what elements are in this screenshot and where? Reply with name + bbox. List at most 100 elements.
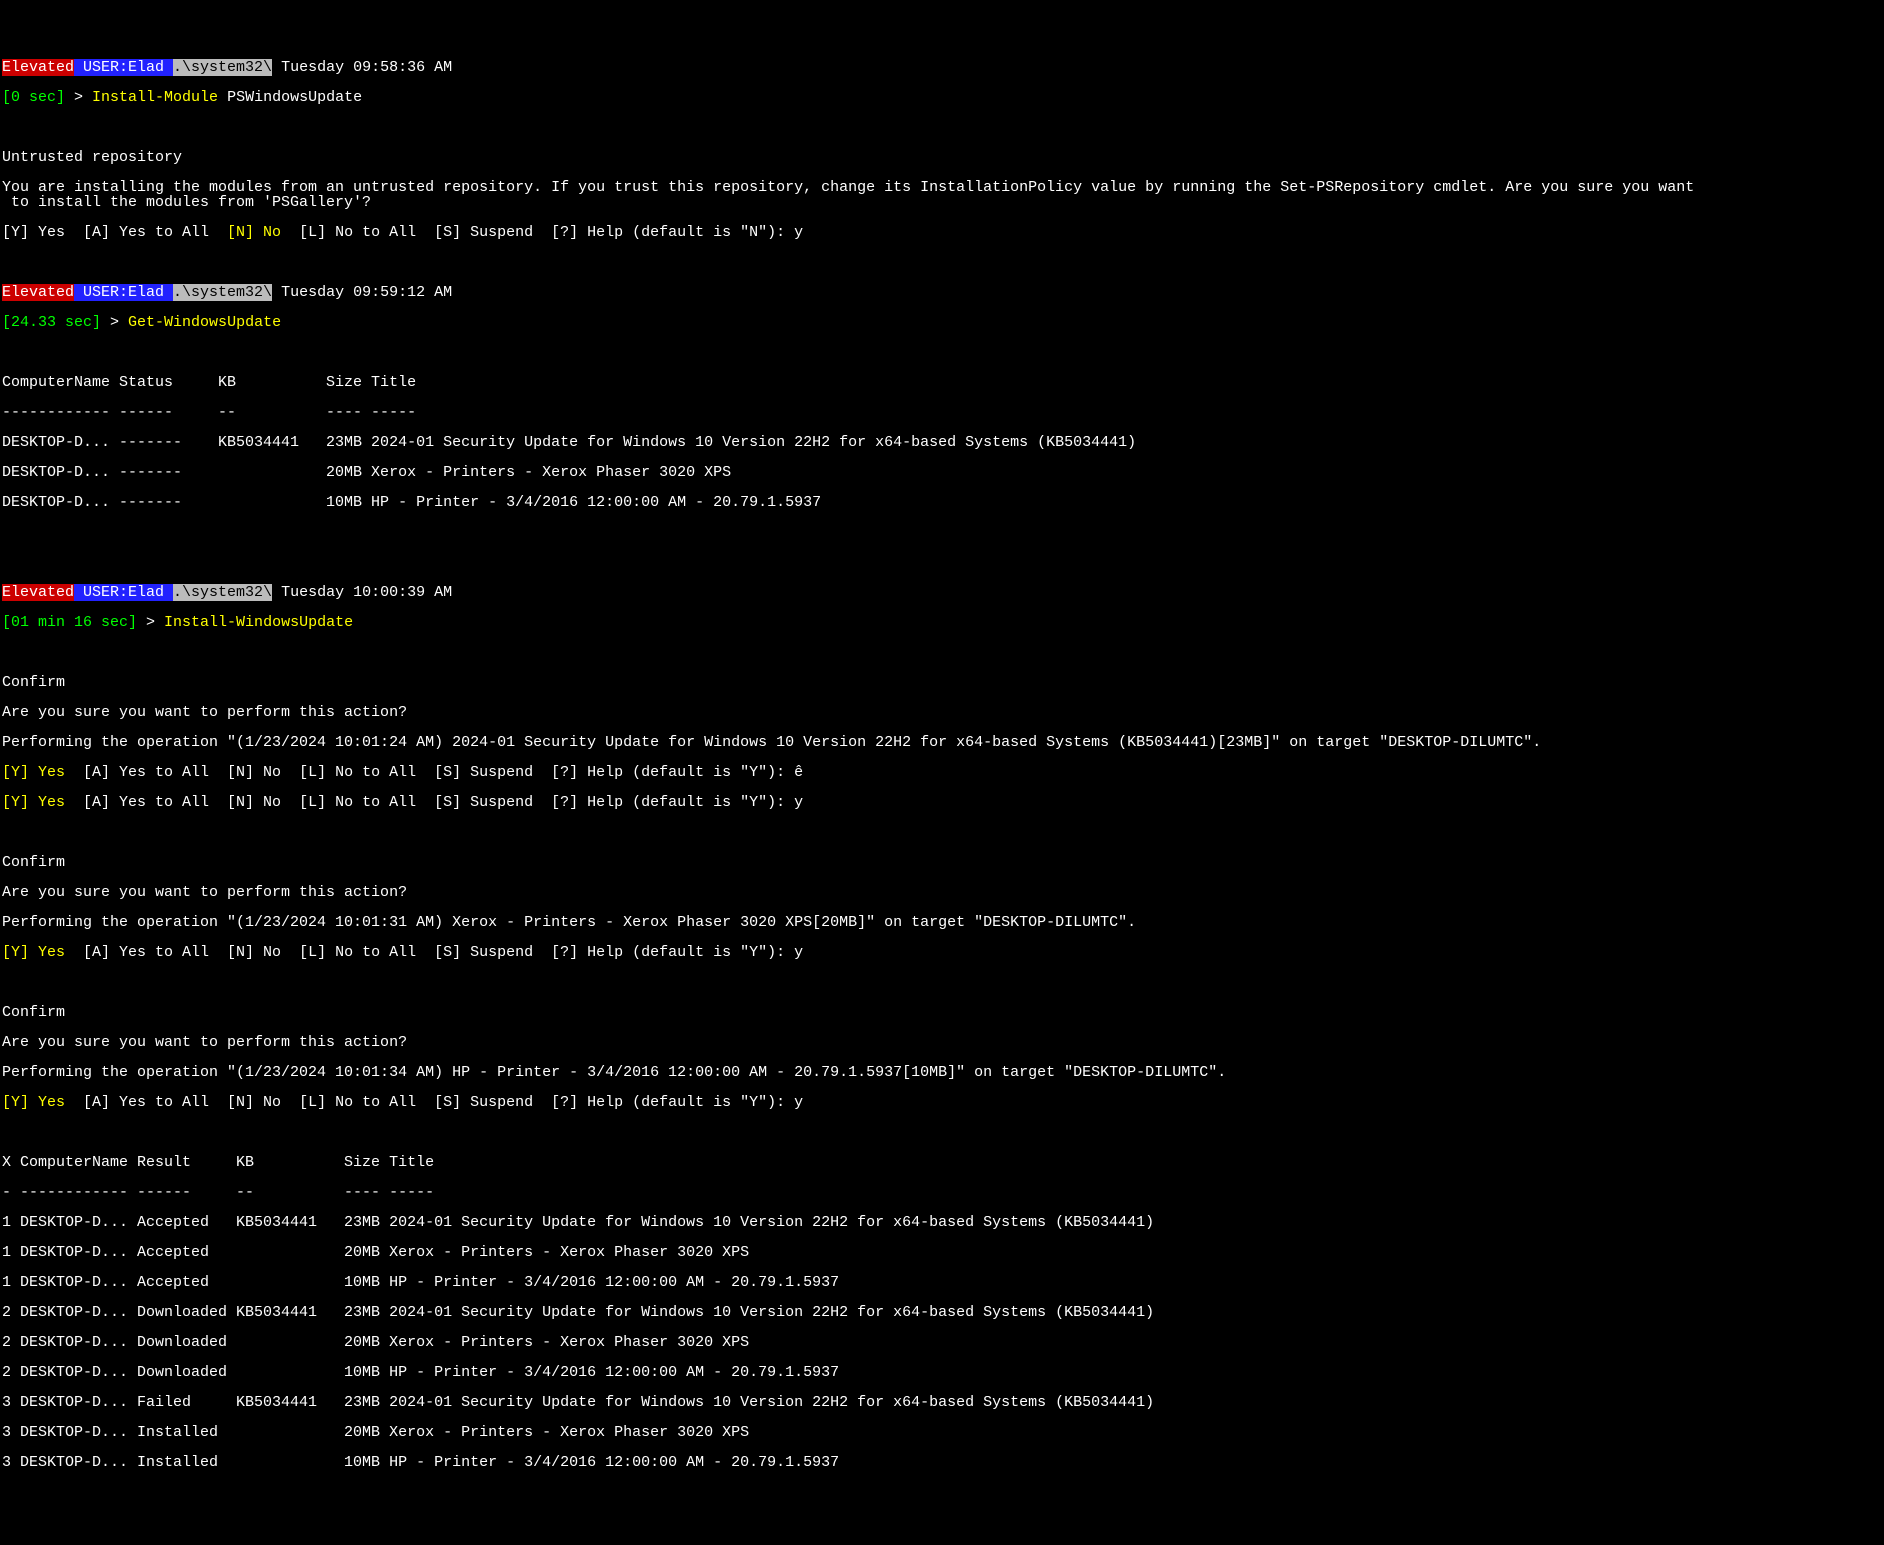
opt-yes: [Y] Yes	[2, 794, 65, 811]
opt-help: [?] Help (default is "Y"):	[551, 944, 794, 961]
opt-yes: [Y] Yes	[2, 224, 83, 241]
table-row: 3 DESKTOP-D... Installed 10MB HP - Print…	[2, 1455, 1882, 1470]
prompt-arrow: >	[101, 314, 128, 331]
path-badge: .\system32\	[173, 59, 272, 76]
elevated-badge: Elevated	[2, 284, 74, 301]
blank	[2, 525, 1882, 540]
user-badge: USER:Elad	[74, 59, 173, 76]
terminal[interactable]: Elevated USER:Elad .\system32\ Tuesday 0…	[0, 45, 1884, 1485]
opt-no-all: [L] No to All	[299, 764, 434, 781]
confirm-options-3: [Y] Yes [A] Yes to All [N] No [L] No to …	[2, 1095, 1882, 1110]
command-line-3: [01 min 16 sec] > Install-WindowsUpdate	[2, 615, 1882, 630]
blank	[2, 1125, 1882, 1140]
confirm-question: Are you sure you want to perform this ac…	[2, 885, 1882, 900]
duration: [01 min 16 sec]	[2, 614, 137, 631]
prompt-line-1: Elevated USER:Elad .\system32\ Tuesday 0…	[2, 60, 1882, 75]
untrusted-options: [Y] Yes [A] Yes to All [N] No [L] No to …	[2, 225, 1882, 240]
opt-no-all: [L] No to All	[299, 1094, 434, 1111]
table-row: 1 DESKTOP-D... Accepted 10MB HP - Printe…	[2, 1275, 1882, 1290]
command: Install-WindowsUpdate	[164, 614, 353, 631]
opt-no: [N] No	[227, 794, 299, 811]
table-row: 1 DESKTOP-D... Accepted 20MB Xerox - Pri…	[2, 1245, 1882, 1260]
confirm-question: Are you sure you want to perform this ac…	[2, 1035, 1882, 1050]
table-row: DESKTOP-D... ------- KB5034441 23MB 2024…	[2, 435, 1882, 450]
confirm-title: Confirm	[2, 675, 1882, 690]
answer: ê	[794, 764, 803, 781]
opt-suspend: [S] Suspend	[434, 764, 551, 781]
prompt-line-2: Elevated USER:Elad .\system32\ Tuesday 0…	[2, 285, 1882, 300]
table-row: 3 DESKTOP-D... Failed KB5034441 23MB 202…	[2, 1395, 1882, 1410]
command-line-1: [0 sec] > Install-Module PSWindowsUpdate	[2, 90, 1882, 105]
prompt-time: Tuesday 10:00:39 AM	[272, 584, 452, 601]
prompt-time: Tuesday 09:59:12 AM	[272, 284, 452, 301]
confirm-operation: Performing the operation "(1/23/2024 10:…	[2, 1065, 1882, 1080]
opt-no-all: [L] No to All	[299, 944, 434, 961]
confirm-operation: Performing the operation "(1/23/2024 10:…	[2, 735, 1882, 750]
prompt-line-3: Elevated USER:Elad .\system32\ Tuesday 1…	[2, 585, 1882, 600]
table-row: 1 DESKTOP-D... Accepted KB5034441 23MB 2…	[2, 1215, 1882, 1230]
table-row: 3 DESKTOP-D... Installed 20MB Xerox - Pr…	[2, 1425, 1882, 1440]
untrusted-body: You are installing the modules from an u…	[2, 180, 1882, 210]
elevated-badge: Elevated	[2, 584, 74, 601]
duration: [0 sec]	[2, 89, 65, 106]
answer: y	[794, 794, 803, 811]
blank	[2, 555, 1882, 570]
table-row: DESKTOP-D... ------- 10MB HP - Printer -…	[2, 495, 1882, 510]
answer: y	[794, 1094, 803, 1111]
opt-yes-all: [A] Yes to All	[65, 1094, 227, 1111]
opt-yes-all: [A] Yes to All	[65, 764, 227, 781]
path-badge: .\system32\	[173, 284, 272, 301]
command: Get-WindowsUpdate	[128, 314, 281, 331]
confirm-options-2: [Y] Yes [A] Yes to All [N] No [L] No to …	[2, 945, 1882, 960]
table-row: 2 DESKTOP-D... Downloaded KB5034441 23MB…	[2, 1305, 1882, 1320]
prompt-arrow: >	[65, 89, 92, 106]
opt-no: [N] No	[227, 224, 281, 241]
table2-header: X ComputerName Result KB Size Title	[2, 1155, 1882, 1170]
command-args: PSWindowsUpdate	[218, 89, 362, 106]
user-badge: USER:Elad	[74, 584, 173, 601]
path-badge: .\system32\	[173, 584, 272, 601]
confirm-options-1b: [Y] Yes [A] Yes to All [N] No [L] No to …	[2, 795, 1882, 810]
table-row: 2 DESKTOP-D... Downloaded 20MB Xerox - P…	[2, 1335, 1882, 1350]
command: Install-Module	[92, 89, 218, 106]
blank	[2, 645, 1882, 660]
opt-suspend: [S] Suspend	[434, 944, 551, 961]
table2-rule: - ------------ ------ -- ---- -----	[2, 1185, 1882, 1200]
answer: y	[794, 224, 803, 241]
blank	[2, 345, 1882, 360]
opt-yes-all: [A] Yes to All	[83, 224, 227, 241]
answer: y	[794, 944, 803, 961]
opt-yes: [Y] Yes	[2, 764, 65, 781]
confirm-question: Are you sure you want to perform this ac…	[2, 705, 1882, 720]
opt-yes: [Y] Yes	[2, 944, 65, 961]
confirm-options-1a: [Y] Yes [A] Yes to All [N] No [L] No to …	[2, 765, 1882, 780]
opt-yes-all: [A] Yes to All	[65, 944, 227, 961]
user-badge: USER:Elad	[74, 284, 173, 301]
confirm-title: Confirm	[2, 855, 1882, 870]
command-line-2: [24.33 sec] > Get-WindowsUpdate	[2, 315, 1882, 330]
elevated-badge: Elevated	[2, 59, 74, 76]
opt-no: [N] No	[227, 764, 299, 781]
prompt-arrow: >	[137, 614, 164, 631]
opt-no: [N] No	[227, 944, 299, 961]
blank	[2, 825, 1882, 840]
table1-header: ComputerName Status KB Size Title	[2, 375, 1882, 390]
opt-help: [?] Help (default is "Y"):	[551, 1094, 794, 1111]
opt-no-all: [L] No to All	[281, 224, 434, 241]
opt-yes-all: [A] Yes to All	[65, 794, 227, 811]
prompt-time: Tuesday 09:58:36 AM	[272, 59, 452, 76]
opt-suspend: [S] Suspend	[434, 794, 551, 811]
untrusted-title: Untrusted repository	[2, 150, 1882, 165]
opt-suspend: [S] Suspend	[434, 1094, 551, 1111]
opt-yes: [Y] Yes	[2, 1094, 65, 1111]
table-row: DESKTOP-D... ------- 20MB Xerox - Printe…	[2, 465, 1882, 480]
confirm-title: Confirm	[2, 1005, 1882, 1020]
opt-no: [N] No	[227, 1094, 299, 1111]
confirm-operation: Performing the operation "(1/23/2024 10:…	[2, 915, 1882, 930]
opt-no-all: [L] No to All	[299, 794, 434, 811]
table-row: 2 DESKTOP-D... Downloaded 10MB HP - Prin…	[2, 1365, 1882, 1380]
duration: [24.33 sec]	[2, 314, 101, 331]
opt-suspend: [S] Suspend	[434, 224, 551, 241]
opt-help: [?] Help (default is "Y"):	[551, 794, 794, 811]
blank	[2, 120, 1882, 135]
